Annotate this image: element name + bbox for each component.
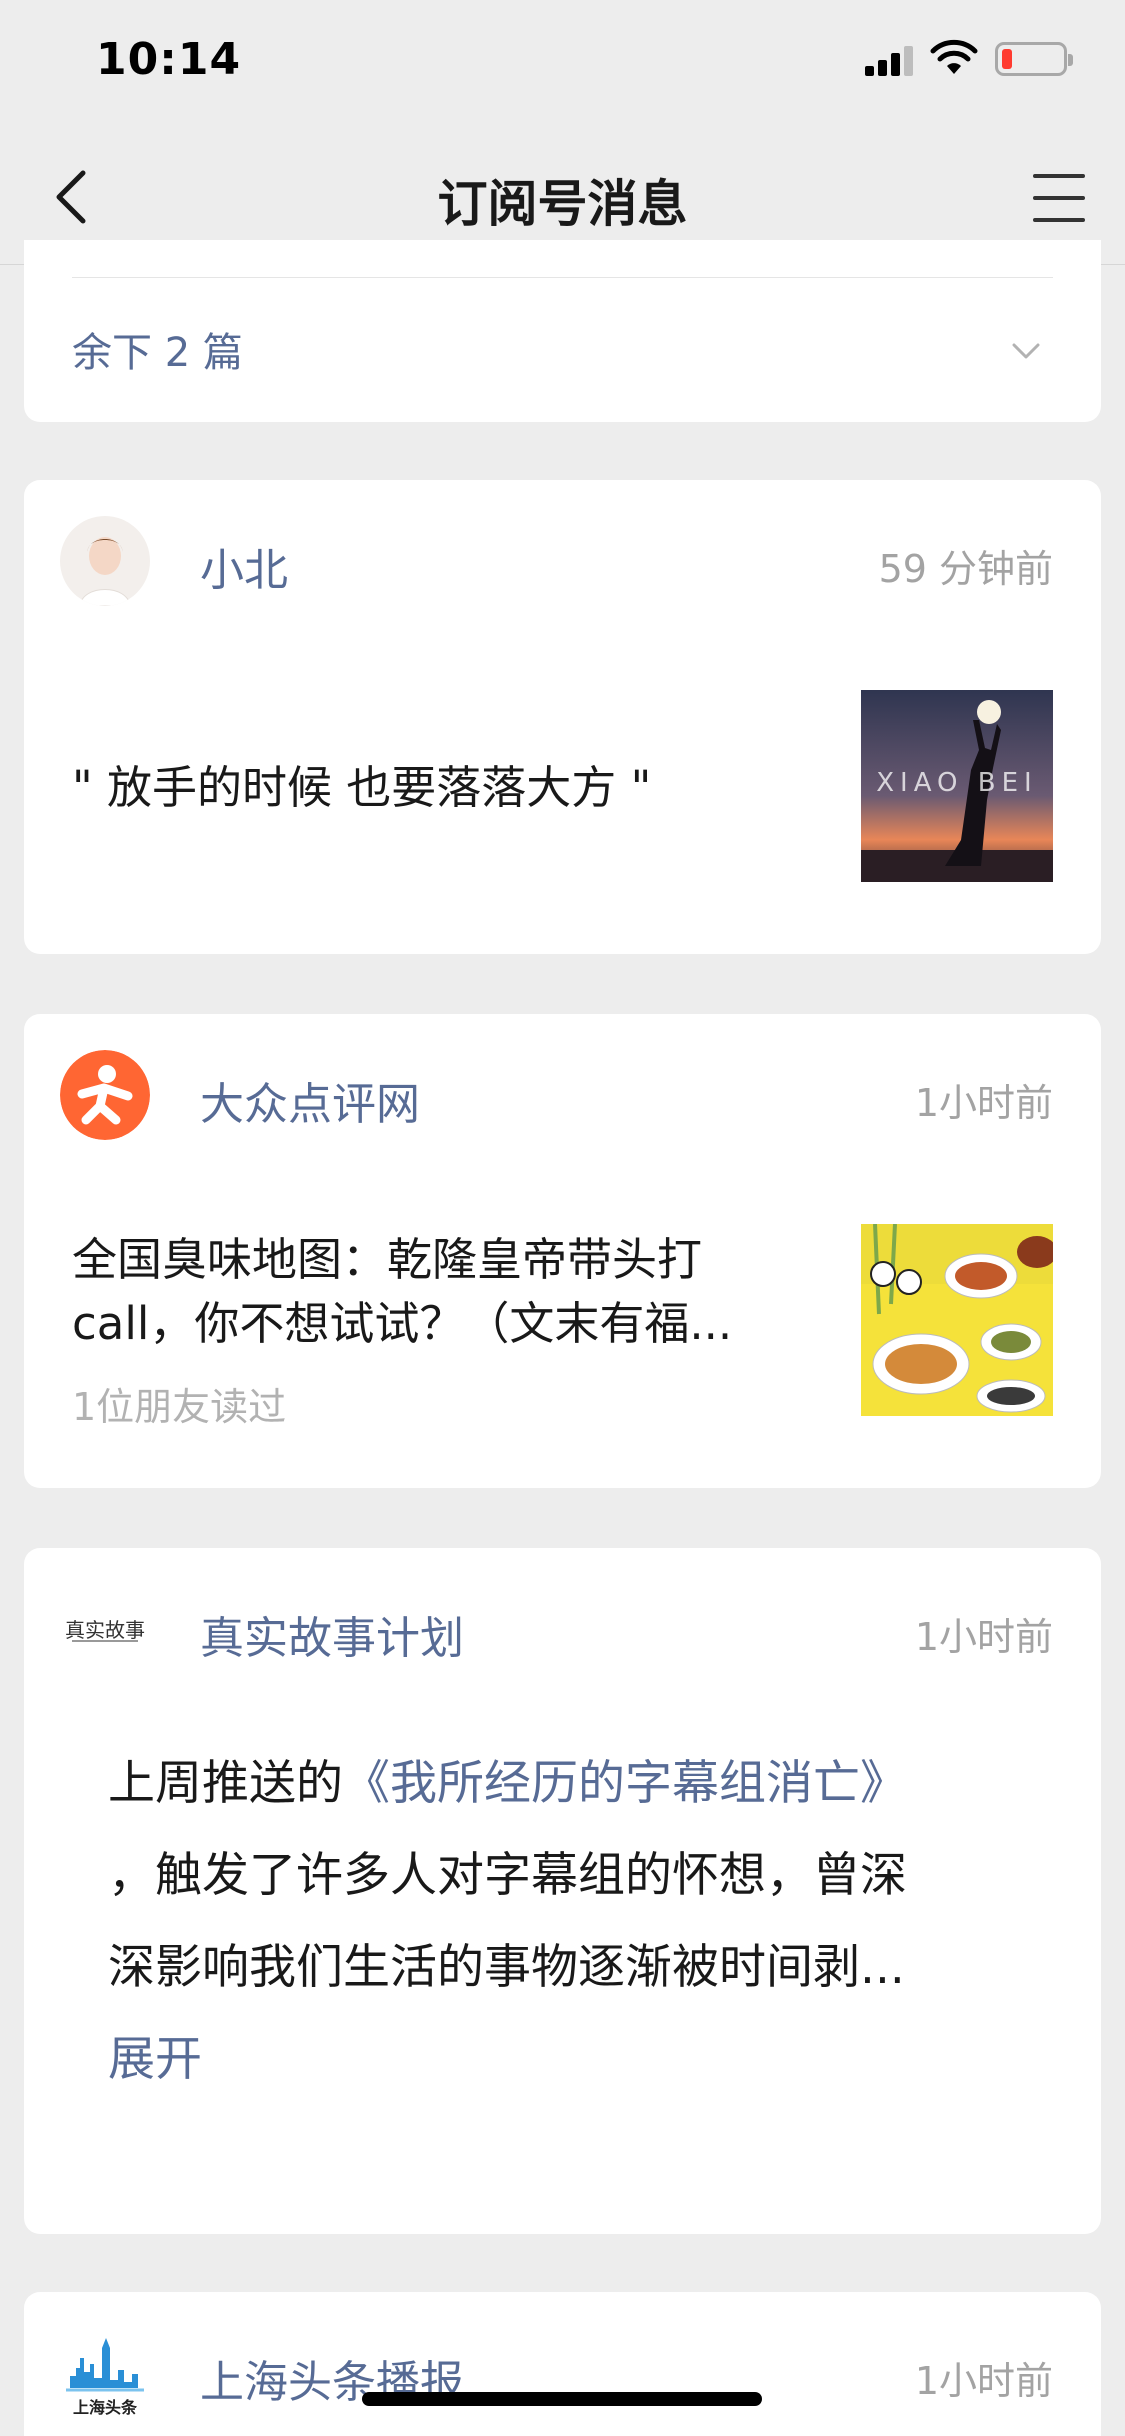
account-name[interactable]: 小北 [200, 534, 288, 598]
account-avatar[interactable]: 真实故事 [60, 1584, 150, 1674]
screen: 10:14 订阅号消息 余下 2 篇 小北 59 分钟前 " 放手的时候 也要落… [0, 0, 1125, 2436]
article-title-line: call，你不想试试？（文末有福... [72, 1297, 733, 1350]
text-message-body[interactable]: 上周推送的《我所经历的字幕组消亡》 ，触发了许多人对字幕组的怀想，曾深 深影响我… [108, 1738, 1017, 2106]
text-line: 深影响我们生活的事物逐渐被时间剥... [108, 1940, 905, 1995]
divider [72, 277, 1053, 278]
feed-card[interactable]: 小北 59 分钟前 " 放手的时候 也要落落大方 " XIAO BEI [24, 480, 1101, 954]
post-time: 1小时前 [914, 2359, 1053, 2403]
chevron-down-icon[interactable] [1011, 336, 1041, 366]
article-link[interactable]: 《我所经历的字幕组消亡》 [343, 1756, 907, 1811]
home-indicator[interactable] [362, 2392, 762, 2406]
card-header: 小北 59 分钟前 [60, 516, 1053, 606]
feed-card[interactable]: 上海头条 上海头条播报 1小时前 [24, 2292, 1101, 2436]
article-title[interactable]: " 放手的时候 也要落落大方 " [72, 756, 651, 820]
battery-icon [995, 42, 1073, 76]
text-line: ，触发了许多人对字幕组的怀想，曾深 [108, 1848, 907, 1903]
read-by-friends: 1位朋友读过 [72, 1385, 287, 1429]
page-title: 订阅号消息 [437, 175, 688, 233]
post-time: 59 分钟前 [878, 547, 1053, 591]
status-bar: 10:14 [0, 0, 1125, 130]
thumbnail-overlay-text: XIAO BEI [876, 768, 1038, 798]
post-time: 1小时前 [914, 1615, 1053, 1659]
account-avatar[interactable] [60, 1050, 150, 1140]
article-thumbnail[interactable] [861, 1224, 1053, 1416]
more-articles-button[interactable]: 余下 2 篇 [72, 320, 243, 378]
feed-card[interactable]: 大众点评网 1小时前 全国臭味地图：乾隆皇帝带头打 call，你不想试试？（文末… [24, 1014, 1101, 1488]
account-name[interactable]: 大众点评网 [200, 1068, 420, 1132]
expand-button[interactable]: 展开 [108, 2014, 1017, 2106]
card-header: 大众点评网 1小时前 [60, 1050, 1053, 1140]
menu-button[interactable] [1029, 168, 1089, 228]
status-time: 10:14 [96, 34, 242, 85]
post-time: 1小时前 [914, 1081, 1053, 1125]
cellular-signal-icon [865, 46, 915, 76]
article-title[interactable]: 全国臭味地图：乾隆皇帝带头打 call，你不想试试？（文末有福... [72, 1228, 832, 1356]
account-name[interactable]: 真实故事计划 [200, 1602, 464, 1666]
article-title-line: 全国臭味地图：乾隆皇帝带头打 [72, 1233, 703, 1286]
card-header: 真实故事 真实故事计划 1小时前 [60, 1584, 1053, 1674]
account-logo-text: 真实故事 [65, 1618, 145, 1642]
account-logo-text: 上海头条 [72, 2398, 137, 2417]
feed-card[interactable]: 真实故事 真实故事计划 1小时前 上周推送的《我所经历的字幕组消亡》 ，触发了许… [24, 1548, 1101, 2234]
account-avatar[interactable] [60, 516, 150, 606]
account-avatar[interactable]: 上海头条 [60, 2328, 150, 2418]
previous-card: 余下 2 篇 [24, 240, 1101, 422]
text-line: 上周推送的《我所经历的字幕组消亡》 [108, 1756, 907, 1811]
article-thumbnail[interactable]: XIAO BEI [861, 690, 1053, 882]
wifi-icon [930, 39, 978, 74]
